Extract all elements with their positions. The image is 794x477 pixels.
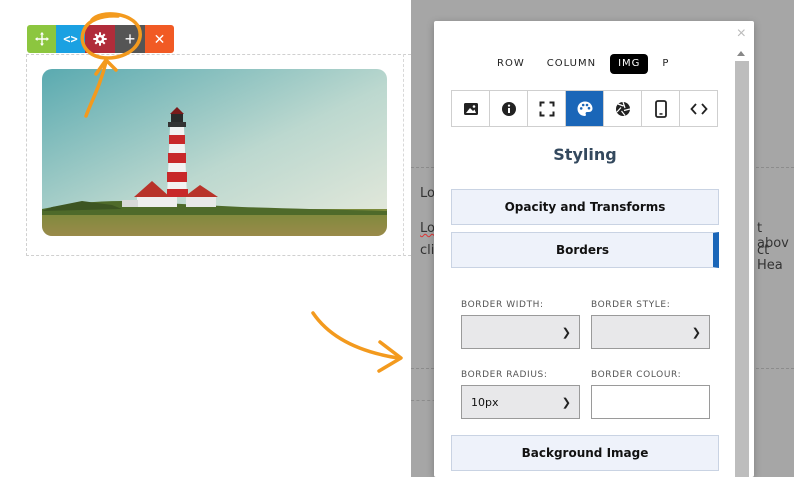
settings-icon-tabs — [451, 90, 718, 127]
chevron-down-icon: ❯ — [561, 327, 571, 339]
palette-icon — [577, 101, 592, 116]
close-modal-button[interactable]: × — [737, 25, 746, 43]
image-icon — [463, 102, 478, 115]
tab-p[interactable]: P — [654, 54, 677, 74]
element-tag-tabs: ROW COLUMN IMG P — [489, 54, 683, 74]
background-text-3a: cli — [420, 243, 435, 258]
aperture-icon — [615, 101, 630, 116]
section-title: Styling — [553, 145, 617, 164]
tab-column[interactable]: COLUMN — [539, 54, 604, 74]
chevron-down-icon: ❯ — [561, 397, 571, 409]
tab-info[interactable] — [490, 91, 528, 126]
border-colour-input[interactable] — [591, 385, 710, 419]
border-radius-value: 10px — [471, 396, 499, 409]
border-colour-label: BORDER COLOUR: — [591, 370, 682, 380]
tab-styling[interactable] — [566, 91, 604, 126]
modal-scrollbar[interactable] — [735, 61, 749, 477]
info-icon — [501, 101, 516, 116]
accordion-background-image[interactable]: Background Image — [451, 435, 719, 471]
tab-image[interactable] — [452, 91, 490, 126]
border-radius-label: BORDER RADIUS: — [461, 370, 548, 380]
delete-button[interactable]: ✕ — [145, 25, 174, 53]
tab-responsive[interactable] — [642, 91, 680, 126]
border-radius-select[interactable]: 10px ❯ — [461, 385, 580, 419]
code-button[interactable]: <> — [56, 25, 85, 53]
border-width-label: BORDER WIDTH: — [461, 300, 544, 310]
code-icon — [689, 102, 708, 115]
plus-icon: + — [124, 28, 136, 49]
fullscreen-icon — [539, 101, 554, 116]
border-style-select[interactable]: ❯ — [591, 315, 710, 349]
tab-code[interactable] — [680, 91, 717, 126]
background-text-2a: Lo — [420, 221, 435, 236]
settings-modal: × ROW COLUMN IMG P Styling Opacity and T… — [434, 21, 754, 477]
mobile-icon — [654, 99, 667, 118]
move-button[interactable] — [27, 25, 56, 53]
border-style-label: BORDER STYLE: — [591, 300, 671, 310]
move-arrows-icon — [34, 32, 49, 46]
border-width-select[interactable]: ❯ — [461, 315, 580, 349]
chevron-down-icon: ❯ — [691, 327, 701, 339]
gear-icon — [93, 32, 107, 46]
accordion-opacity-transforms[interactable]: Opacity and Transforms — [451, 189, 719, 225]
editor-canvas: <> + ✕ — [0, 0, 411, 477]
tab-row[interactable]: ROW — [489, 54, 533, 74]
tab-size[interactable] — [528, 91, 566, 126]
element-toolbar: <> + ✕ — [27, 25, 174, 53]
scroll-up-arrow[interactable] — [737, 51, 745, 56]
code-glyph: <> — [63, 32, 78, 46]
tab-effects[interactable] — [604, 91, 642, 126]
column-divider — [403, 54, 405, 256]
lighthouse-image[interactable] — [42, 69, 387, 236]
tab-img[interactable]: IMG — [610, 54, 649, 74]
add-button[interactable]: + — [115, 25, 145, 53]
settings-button[interactable] — [85, 25, 115, 53]
background-text-1: Lo — [420, 186, 435, 201]
close-icon: ✕ — [153, 30, 166, 47]
accordion-borders[interactable]: Borders — [451, 232, 719, 268]
background-text-3b: ct Hea — [757, 243, 783, 273]
